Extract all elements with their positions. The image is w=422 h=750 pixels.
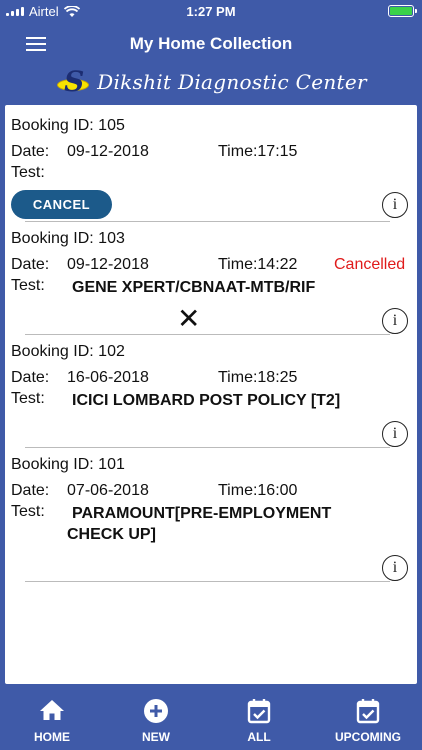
booking-id: Booking ID: 103 xyxy=(11,230,125,247)
booking-test-label: Test: xyxy=(11,503,45,520)
booking-time: Time:18:25 xyxy=(218,369,298,386)
booking-id: Booking ID: 105 xyxy=(11,117,125,134)
calendar-check-icon xyxy=(356,699,380,724)
status-time: 1:27 PM xyxy=(186,4,236,19)
close-icon: ✕ xyxy=(177,303,201,334)
booking-date: Date: 09-12-2018 xyxy=(11,143,149,160)
home-icon xyxy=(40,700,64,720)
brand-name: Dikshit Diagnostic Center xyxy=(97,70,367,94)
status-bar: Airtel 1:27 PM xyxy=(0,0,422,22)
page-title: My Home Collection xyxy=(129,34,293,53)
booking-test-label: Test: xyxy=(11,277,45,294)
nav-bar: My Home Collection xyxy=(0,22,422,66)
info-icon[interactable]: i xyxy=(382,555,408,581)
booking-test-continued: CHECK UP] xyxy=(67,526,156,543)
divider xyxy=(25,334,390,335)
info-icon[interactable]: i xyxy=(382,192,408,218)
tab-upcoming[interactable]: UPCOMING xyxy=(322,690,414,750)
calendar-check-icon xyxy=(247,699,271,724)
tab-new[interactable]: NEW xyxy=(116,690,196,750)
tab-home[interactable]: HOME xyxy=(12,690,92,750)
brand-logo: S xyxy=(55,65,91,98)
tab-all[interactable]: ALL xyxy=(219,690,299,750)
booking-date: Date: 09-12-2018 xyxy=(11,256,149,273)
tab-label: NEW xyxy=(142,730,170,744)
booking-time: Time:16:00 xyxy=(218,482,298,499)
booking-time: Time:14:22 xyxy=(218,256,298,273)
cancel-booking-button[interactable]: CANCEL xyxy=(11,190,112,219)
status-cancelled: Cancelled xyxy=(334,256,406,273)
divider xyxy=(25,447,390,448)
booking-id: Booking ID: 102 xyxy=(11,343,125,360)
divider xyxy=(25,221,390,222)
booking-id: Booking ID: 101 xyxy=(11,456,125,473)
tab-label: UPCOMING xyxy=(335,730,401,744)
booking-date: Date: 07-06-2018 xyxy=(11,482,149,499)
booking-time: Time:17:15 xyxy=(218,143,298,160)
booking-test: PARAMOUNT[PRE-EMPLOYMENT xyxy=(72,505,332,522)
bottom-tab-bar: HOME NEW ALL UPCOMING xyxy=(0,690,422,750)
bookings-list: Booking ID: 105 Date: 09-12-2018 Time:17… xyxy=(5,105,417,684)
booking-test-label: Test: xyxy=(11,164,45,181)
battery-icon xyxy=(388,5,417,17)
booking-test: GENE XPERT/CBNAAT-MTB/RIF xyxy=(72,279,316,296)
divider xyxy=(25,581,390,582)
booking-date: Date: 16-06-2018 xyxy=(11,369,149,386)
booking-test-label: Test: xyxy=(11,390,45,407)
booking-test: ICICI LOMBARD POST POLICY [T2] xyxy=(72,392,341,409)
tab-label: ALL xyxy=(247,730,271,744)
brand-banner: S Dikshit Diagnostic Center xyxy=(0,65,422,98)
tab-label: HOME xyxy=(34,730,70,744)
plus-circle-icon xyxy=(144,699,168,723)
info-icon[interactable]: i xyxy=(382,421,408,447)
info-icon[interactable]: i xyxy=(382,308,408,334)
